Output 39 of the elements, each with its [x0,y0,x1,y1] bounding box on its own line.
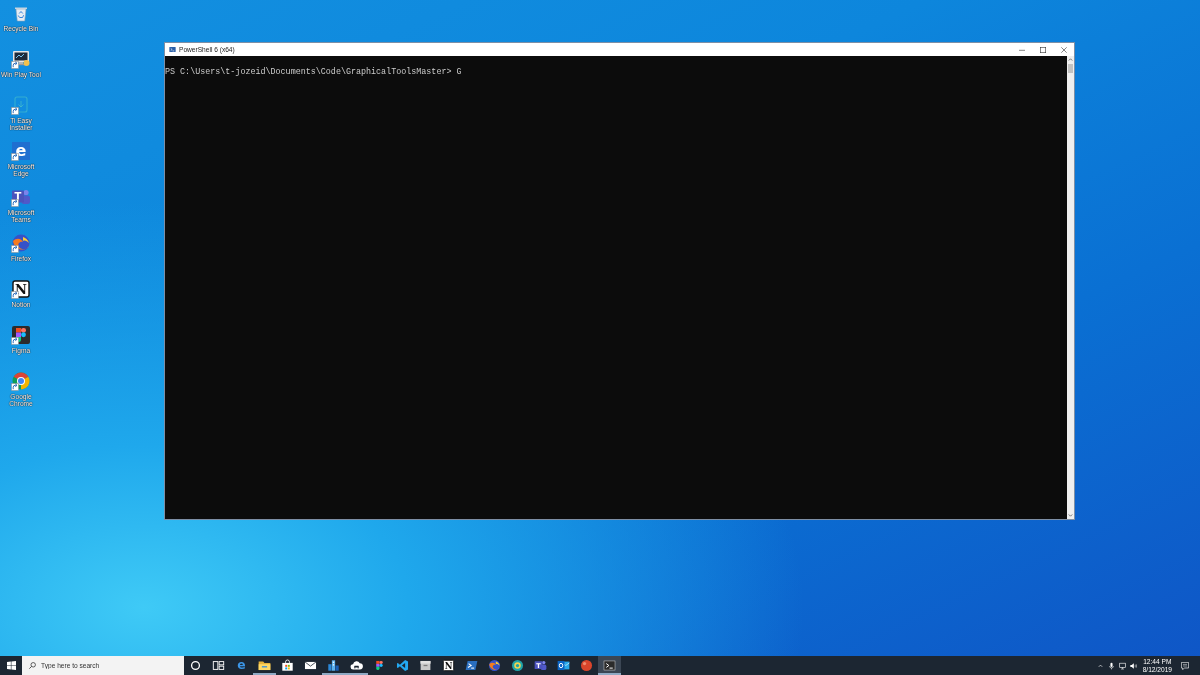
scrollbar[interactable] [1067,56,1074,519]
notification-icon[interactable] [1181,661,1189,670]
circle-icon [189,659,202,672]
globe-icon [488,659,501,672]
monitor-icon[interactable] [11,49,31,69]
four-panes-icon [6,661,16,670]
terminal-icon [603,659,616,672]
maximize-icon [1039,46,1046,53]
taskbar-button[interactable] [598,656,621,675]
shapes-icon[interactable] [11,325,31,345]
prompt-icon [465,659,478,672]
scrollbar-thumb[interactable] [1068,64,1073,73]
folder-icon [258,659,271,672]
microphone-icon[interactable] [1107,661,1115,670]
ball-icon [580,659,593,672]
close-icon [1060,46,1067,53]
envelope-tile-icon [557,659,570,672]
taskbar-button[interactable]: e [230,656,253,675]
ring-icon [511,659,524,672]
box-icon [419,659,432,672]
mail-icon [304,659,317,672]
ribbon-icon [396,659,409,672]
shopping-bag-icon [281,659,294,672]
bar-chart-icon [327,659,340,672]
prompt-icon [169,46,176,53]
globe-icon[interactable] [11,233,31,253]
cloud-icon [350,659,363,672]
letter-e-icon: e [235,659,248,672]
shapes-icon [373,659,386,672]
download-icon[interactable] [11,95,31,115]
task-view-icon [212,659,225,672]
search-icon [29,662,36,669]
network-icon[interactable] [1118,661,1126,670]
taskbar-button[interactable]: N [437,656,460,675]
speaker-icon[interactable] [1129,661,1137,670]
letter-n-icon: N [442,659,455,672]
console-text: PS C:\Users\t-jozeid\Documents\Code\GraphicalToolsMaster> G [165,68,462,78]
letter-e-icon[interactable]: e [11,141,31,161]
tricolor-circle-icon[interactable] [11,371,31,391]
